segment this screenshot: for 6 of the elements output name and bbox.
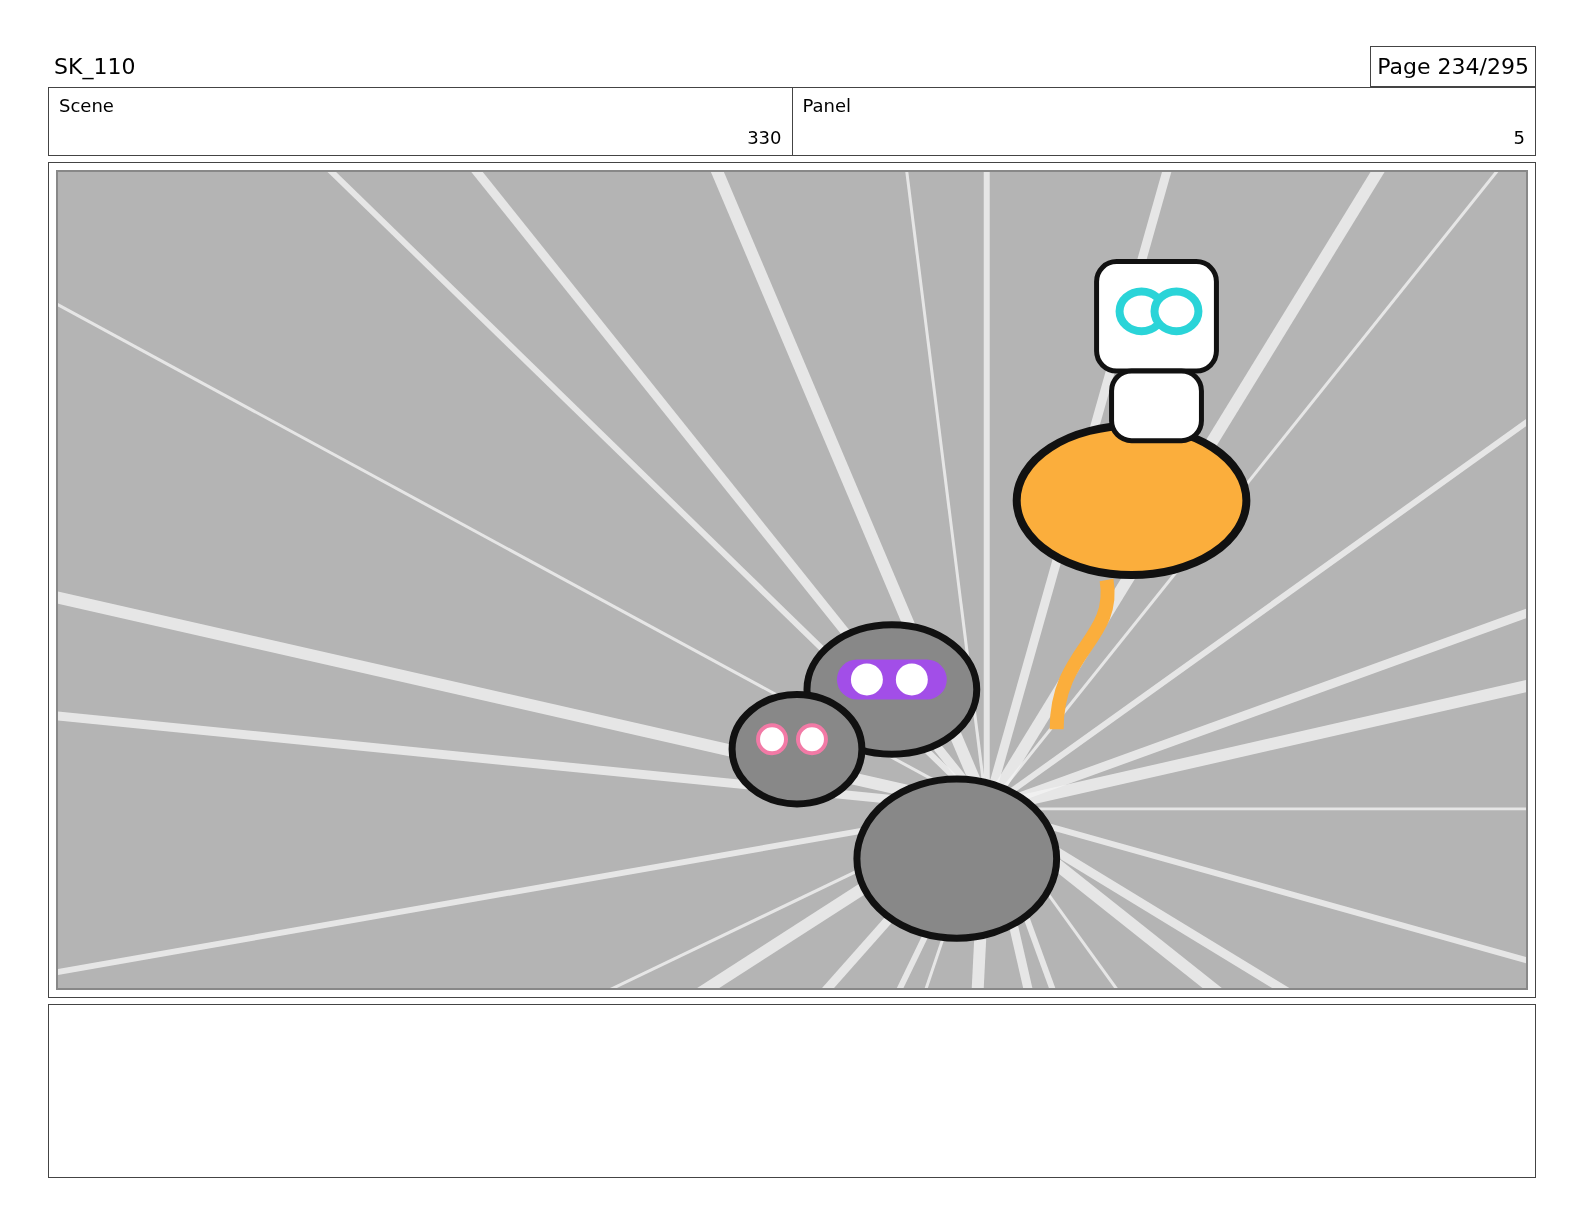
- sheet-title: SK_110: [53, 53, 136, 82]
- page-number: Page 234/295: [1370, 46, 1536, 87]
- field-label: Scene: [59, 94, 114, 118]
- field-value: 5: [1513, 126, 1525, 150]
- field-value: 330: [747, 126, 782, 150]
- field-label: Panel: [802, 94, 852, 118]
